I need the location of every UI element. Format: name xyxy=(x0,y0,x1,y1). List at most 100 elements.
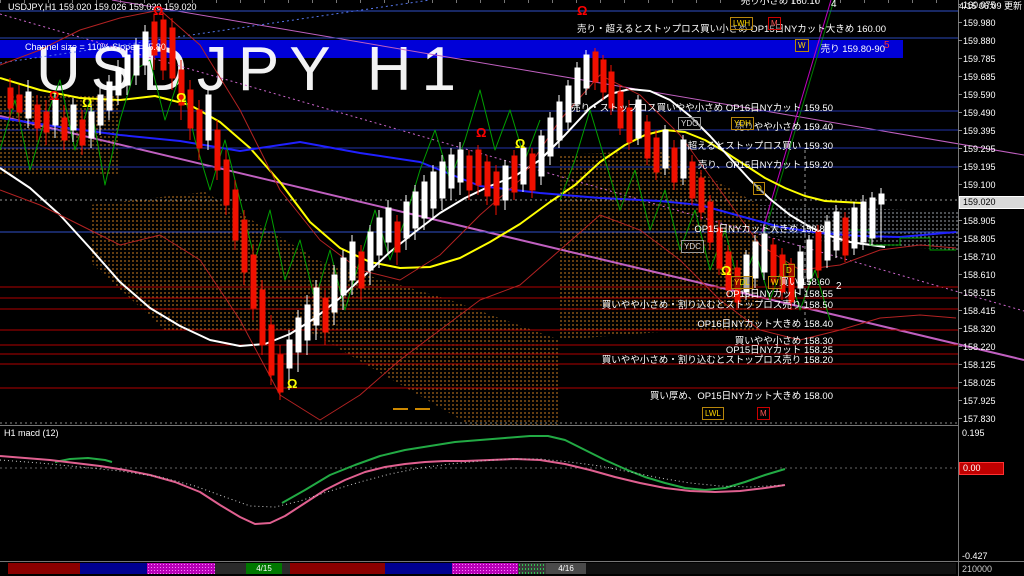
chart-canvas[interactable] xyxy=(0,0,1024,576)
price-tick: 160.075 xyxy=(963,0,996,10)
price-tick: 159.100 xyxy=(963,180,996,190)
candle xyxy=(467,150,472,200)
price-annotation: 買い 158.60 xyxy=(779,277,830,288)
price-tick: 158.025 xyxy=(963,378,996,388)
session-segment xyxy=(147,563,215,574)
marker-box: D xyxy=(783,264,795,277)
macd-scale-top: 0.195 xyxy=(962,428,985,439)
candle xyxy=(762,228,767,280)
omega-marker: Ω xyxy=(287,377,297,390)
price-tick: 158.320 xyxy=(963,324,996,334)
candle xyxy=(494,165,499,215)
subwindow-separator[interactable] xyxy=(0,425,958,426)
volume-scale-label: 210000 xyxy=(962,564,992,575)
price-annotation: 買い厚め、OP15日NYカット大きめ 158.00 xyxy=(650,391,833,402)
price-annotation: 売り小さめ 160.10 xyxy=(741,0,820,7)
price-tick: 157.830 xyxy=(963,414,996,424)
session-segment xyxy=(385,563,452,574)
macd-scale-bottom: -0.427 xyxy=(962,551,988,562)
candle xyxy=(233,180,238,250)
indicator-label: H1 macd (12) xyxy=(4,428,59,439)
marker-box: YDO xyxy=(678,117,701,130)
candle xyxy=(699,170,704,220)
candle xyxy=(843,212,848,262)
candle xyxy=(645,115,650,165)
candle xyxy=(663,125,668,175)
price-tick: 159.685 xyxy=(963,72,996,82)
candle xyxy=(870,192,875,245)
sequence-number: 1 xyxy=(834,225,840,235)
marker-box: D xyxy=(753,182,765,195)
session-segment xyxy=(215,563,246,574)
marker-box: W xyxy=(795,39,809,52)
channel-info: Channel size = 110% Slope = -5.80 xyxy=(25,42,166,52)
candle xyxy=(395,215,400,265)
candle xyxy=(539,130,544,185)
candle xyxy=(206,90,211,150)
session-segment xyxy=(518,563,546,574)
omega-marker: Ω xyxy=(476,126,486,139)
candle xyxy=(672,140,677,190)
price-annotation: 買いやや小さめ・割り込むとストップロス売り 158.50 xyxy=(602,300,833,311)
candle xyxy=(449,148,454,200)
price-tick: 158.125 xyxy=(963,360,996,370)
mt4-chart-window: USDJPY H1 USDJPY,H1 159.020 159.026 159.… xyxy=(0,0,1024,576)
price-tick: 158.220 xyxy=(963,342,996,352)
candle xyxy=(512,150,517,200)
candle xyxy=(224,150,229,215)
sequence-number: 4 xyxy=(831,0,837,10)
price-tick: 159.880 xyxy=(963,36,996,46)
session-segment xyxy=(8,563,80,574)
price-tick: 158.710 xyxy=(963,252,996,262)
candle xyxy=(654,130,659,180)
candle xyxy=(296,310,301,372)
omega-marker: Ω xyxy=(153,4,163,17)
candle xyxy=(681,135,686,185)
candle xyxy=(503,160,508,210)
macd-green-line xyxy=(282,436,785,503)
date-label-segment: 4/16 xyxy=(546,563,586,574)
timeline-bar: 4/15 4/16 xyxy=(0,563,958,574)
omega-marker: Ω xyxy=(721,264,731,277)
candle xyxy=(278,345,283,400)
candle xyxy=(386,200,391,255)
session-segment xyxy=(80,563,147,574)
candle xyxy=(861,195,866,250)
marker-box: YDL xyxy=(731,276,753,289)
price-annotation: 売り・ストップロス買いやや小さめ OP16日NYカット 159.50 xyxy=(571,103,833,114)
price-tick: 159.590 xyxy=(963,90,996,100)
candle xyxy=(269,315,274,385)
marker-box: LWH xyxy=(730,17,753,30)
sequence-number: 2 xyxy=(836,282,842,292)
timeline-separator xyxy=(0,561,1024,562)
marker-box: M xyxy=(757,407,770,420)
price-tick: 159.295 xyxy=(963,144,996,154)
price-tick: 158.610 xyxy=(963,270,996,280)
ohlc-readout: USDJPY,H1 159.020 159.026 159.020 159.02… xyxy=(8,2,197,13)
omega-marker: Ω xyxy=(82,96,92,109)
candle xyxy=(584,50,589,95)
date-label-segment: 4/15 xyxy=(246,563,282,574)
candle xyxy=(440,155,445,210)
macd-pink-line xyxy=(0,456,785,524)
candle xyxy=(548,112,553,165)
session-segment xyxy=(586,563,956,574)
omega-marker: Ω xyxy=(577,4,587,17)
price-tick: 158.515 xyxy=(963,288,996,298)
session-segment xyxy=(282,563,290,574)
price-tick: 159.785 xyxy=(963,54,996,64)
price-axis-border xyxy=(958,0,959,576)
candle xyxy=(825,215,830,268)
candle xyxy=(485,155,490,205)
candle xyxy=(601,55,606,100)
marker-box: LWL xyxy=(702,407,724,420)
sequence-number: 5 xyxy=(884,41,890,51)
omega-marker: Ω xyxy=(49,89,59,102)
sequence-number: 3 xyxy=(834,238,840,248)
candle xyxy=(188,80,193,140)
price-annotation: 超えるとストップロス買い 159.30 xyxy=(688,141,833,152)
omega-marker: Ω xyxy=(515,137,525,150)
price-tick: 158.905 xyxy=(963,216,996,226)
candle xyxy=(690,155,695,205)
session-segment xyxy=(452,563,518,574)
